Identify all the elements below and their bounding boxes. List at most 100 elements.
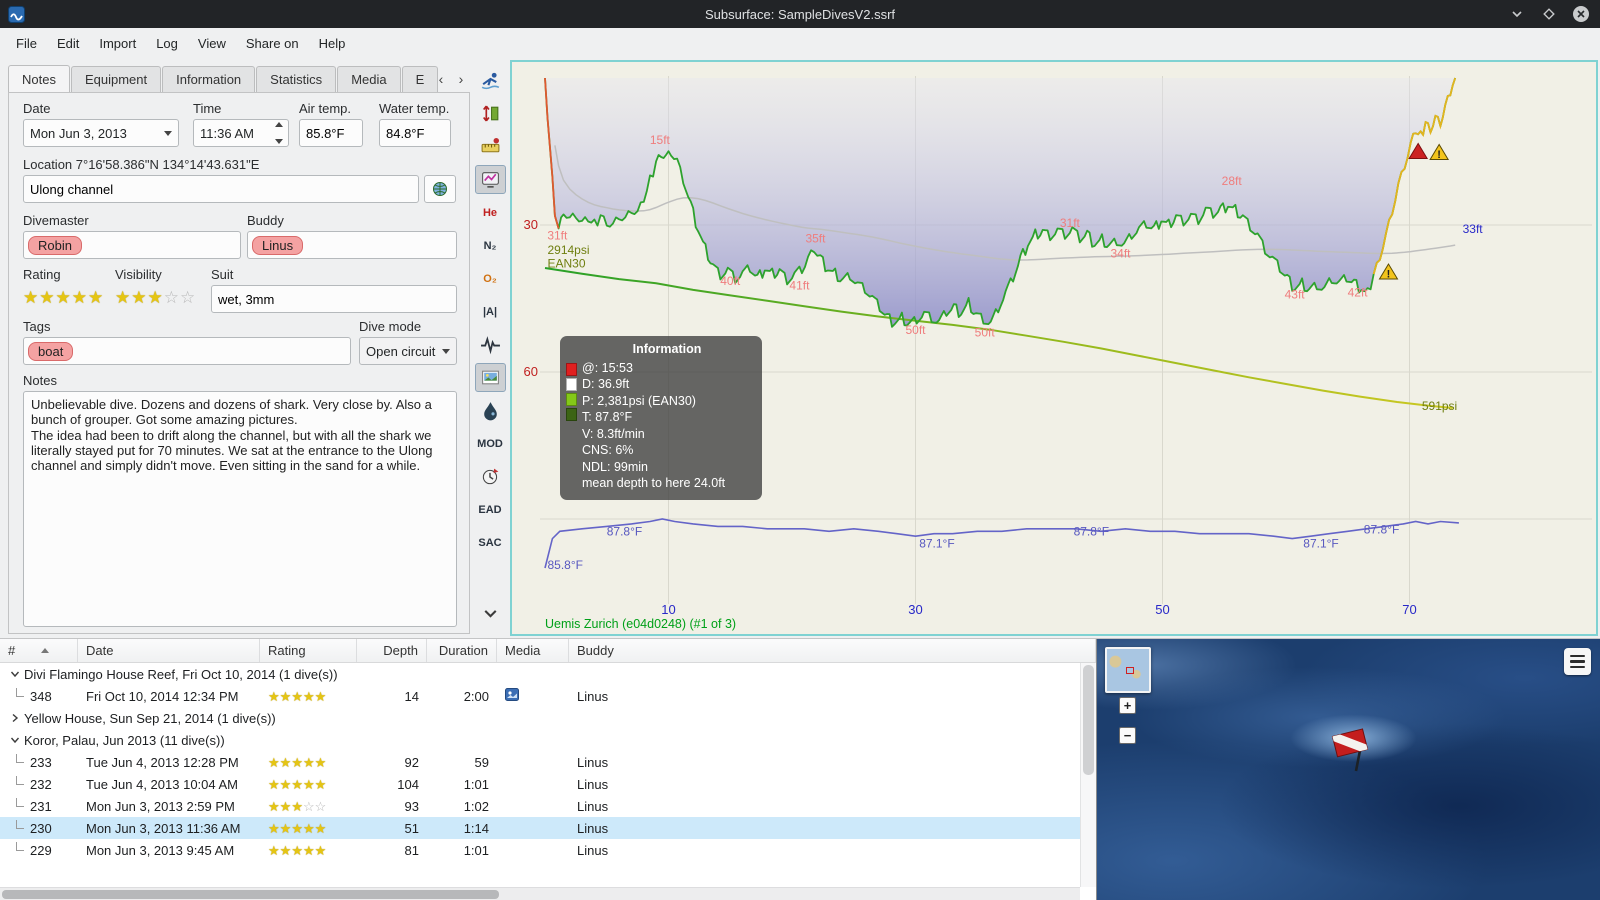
dive-row-232[interactable]: 232 Tue Jun 4, 2013 10:04 AM ★★★★★ 104 1:01 L…: [0, 773, 1080, 795]
dive-profile-panel[interactable]: 31ft 15ft 40ft 41ft 35ft 50ft 50ft 31ft 34ft 28ft…: [510, 60, 1598, 636]
profile-toolbar-dive-computer-button[interactable]: [475, 66, 506, 95]
map-menu-button[interactable]: [1564, 648, 1591, 675]
profile-toolbar-show-dc-info-button[interactable]: [474, 165, 506, 194]
visibility-star-1[interactable]: ★: [115, 289, 130, 306]
minimize-button[interactable]: [1508, 5, 1526, 23]
dive-row-348[interactable]: 348 Fri Oct 10, 2014 12:34 PM ★★★★★ 14 2:00 L…: [0, 685, 1080, 707]
profile-toolbar-ead-button[interactable]: EAD: [475, 495, 506, 524]
notes-label: Notes: [23, 373, 57, 388]
location-input[interactable]: [23, 175, 419, 203]
profile-toolbar-ruler-button[interactable]: [475, 132, 506, 161]
dive-number: 232: [30, 777, 52, 792]
trip-row[interactable]: Yellow House, Sun Sep 21, 2014 (1 dive(s…: [0, 707, 1080, 729]
dive-row-230[interactable]: 230 Mon Jun 3, 2013 11:36 AM ★★★★★ 51 1:14 Li…: [0, 817, 1080, 839]
profile-toolbar-pp-he-button[interactable]: He: [475, 198, 506, 227]
tab-statistics[interactable]: Statistics: [256, 66, 337, 92]
media-photo-icon[interactable]: [505, 688, 519, 704]
dive-depth: 81: [404, 842, 419, 858]
profile-toolbar-tissues-button[interactable]: [475, 396, 506, 425]
menu-file[interactable]: File: [6, 32, 47, 55]
spin-up-icon[interactable]: [275, 122, 283, 127]
profile-toolbar-photos-button[interactable]: [474, 363, 506, 392]
close-button[interactable]: [1572, 5, 1590, 23]
map-zoom-out-button[interactable]: −: [1119, 727, 1136, 744]
suit-field[interactable]: [211, 285, 457, 313]
rating-star-2[interactable]: ★: [39, 289, 54, 306]
visibility-star-4[interactable]: ☆: [164, 289, 179, 306]
collapse-icon[interactable]: [8, 669, 22, 679]
profile-toolbar-heart-rate-button[interactable]: [475, 330, 506, 359]
globe-button[interactable]: [424, 175, 456, 203]
visibility-star-3[interactable]: ★: [148, 289, 163, 306]
rating-star-4[interactable]: ★: [72, 289, 87, 306]
menu-import[interactable]: Import: [89, 32, 146, 55]
divemaster-field[interactable]: Robin: [23, 231, 241, 259]
maximize-button[interactable]: [1540, 5, 1558, 23]
profile-toolbar-scale-button[interactable]: [475, 99, 506, 128]
visibility-stars[interactable]: ★ ★ ★ ☆ ☆: [115, 285, 211, 309]
tab-information[interactable]: Information: [162, 66, 256, 92]
column-header-[interactable]: #: [0, 639, 78, 662]
dive-row-231[interactable]: 231 Mon Jun 3, 2013 2:59 PM ★★★☆☆ 93 1:02 Lin…: [0, 795, 1080, 817]
tab-equipment[interactable]: Equipment: [70, 66, 162, 92]
rating-star-1[interactable]: ★: [23, 289, 38, 306]
column-header-rating[interactable]: Rating: [260, 639, 357, 662]
profile-toolbar-ceiling-button[interactable]: |A|: [475, 297, 506, 326]
column-header-duration[interactable]: Duration: [427, 639, 497, 662]
map-panel[interactable]: + −: [1096, 639, 1600, 900]
column-header-media[interactable]: Media: [497, 639, 569, 662]
buddy-field[interactable]: Linus: [247, 231, 457, 259]
map-overview-inset[interactable]: [1105, 647, 1151, 693]
horizontal-scrollbar-thumb[interactable]: [2, 890, 499, 899]
svg-text:41ft: 41ft: [789, 279, 810, 293]
menu-edit[interactable]: Edit: [47, 32, 89, 55]
profile-toolbar-pp-o2-button[interactable]: O₂: [475, 264, 506, 293]
rating-stars[interactable]: ★ ★ ★ ★ ★: [23, 285, 115, 309]
menu-view[interactable]: View: [188, 32, 236, 55]
profile-toolbar-mod-button[interactable]: MOD: [475, 429, 506, 458]
tooltip-title: Information: [632, 342, 702, 356]
profile-toolbar-sac-button[interactable]: SAC: [475, 528, 506, 557]
column-header-depth[interactable]: Depth: [357, 639, 427, 662]
visibility-star-5[interactable]: ☆: [180, 289, 195, 306]
notes-textarea[interactable]: [23, 391, 457, 627]
menu-log[interactable]: Log: [146, 32, 188, 55]
expand-icon[interactable]: [8, 713, 22, 723]
time-spinner[interactable]: 11:36 AM: [193, 119, 289, 147]
svg-text:15ft: 15ft: [650, 133, 671, 147]
menu-help[interactable]: Help: [309, 32, 356, 55]
rating-star-5[interactable]: ★: [88, 289, 103, 306]
profile-toolbar-more-icon[interactable]: [475, 599, 506, 628]
column-header-buddy[interactable]: Buddy: [569, 639, 1096, 662]
tab-media[interactable]: Media: [337, 66, 401, 92]
dive-row-229[interactable]: 229 Mon Jun 3, 2013 9:45 AM ★★★★★ 81 1:01 Lin…: [0, 839, 1080, 861]
profile-toolbar-pp-n2-button[interactable]: N₂: [475, 231, 506, 260]
rating-star-3[interactable]: ★: [56, 289, 71, 306]
dive-date: Fri Oct 10, 2014 12:34 PM: [86, 688, 239, 704]
dive-site-flag-icon[interactable]: [1329, 721, 1383, 780]
map-zoom-in-button[interactable]: +: [1119, 697, 1136, 714]
tags-field[interactable]: boat: [23, 337, 351, 365]
date-combobox[interactable]: Mon Jun 3, 2013: [23, 119, 179, 147]
tab-e[interactable]: E: [401, 66, 439, 92]
tab-scroll-right-icon[interactable]: ›: [454, 70, 468, 88]
spin-down-icon[interactable]: [275, 139, 283, 144]
divemaster-label: Divemaster: [23, 213, 89, 228]
visibility-star-2[interactable]: ★: [131, 289, 146, 306]
column-header-date[interactable]: Date: [78, 639, 260, 662]
horizontal-scrollbar[interactable]: [0, 887, 1080, 900]
collapse-icon[interactable]: [8, 735, 22, 745]
tab-notes[interactable]: Notes: [8, 65, 70, 92]
trip-row[interactable]: Koror, Palau, Jun 2013 (11 dive(s)): [0, 729, 1080, 751]
chevron-down-icon: [442, 348, 450, 354]
profile-toolbar-dive-time-button[interactable]: [475, 462, 506, 491]
water-temp-field[interactable]: [379, 119, 451, 147]
menu-share-on[interactable]: Share on: [236, 32, 309, 55]
vertical-scrollbar-thumb[interactable]: [1083, 665, 1094, 775]
dive-row-233[interactable]: 233 Tue Jun 4, 2013 12:28 PM ★★★★★ 92 59 Linu…: [0, 751, 1080, 773]
trip-row[interactable]: Divi Flamingo House Reef, Fri Oct 10, 20…: [0, 663, 1080, 685]
vertical-scrollbar[interactable]: [1080, 663, 1096, 887]
dive-mode-combobox[interactable]: Open circuit: [359, 337, 457, 365]
air-temp-field[interactable]: [299, 119, 363, 147]
tab-scroll-left-icon[interactable]: ‹: [434, 70, 448, 88]
